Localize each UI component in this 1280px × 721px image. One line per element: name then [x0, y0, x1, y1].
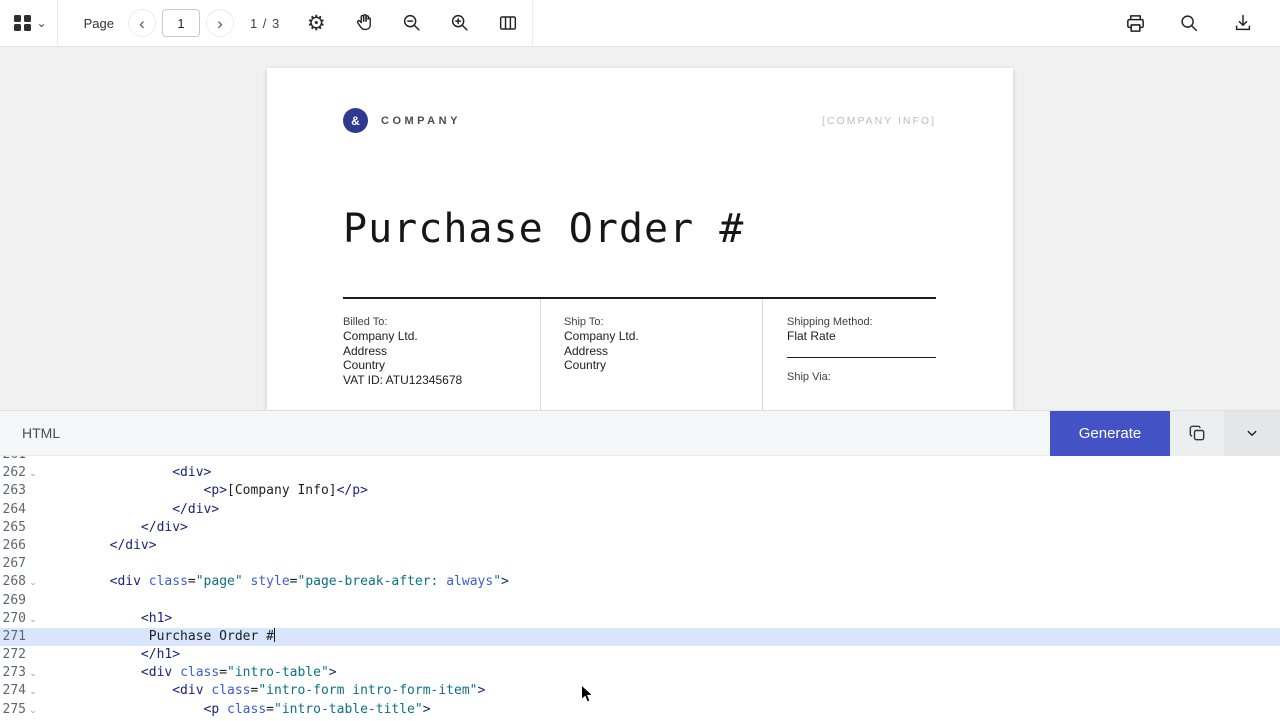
- gear-icon: ⚙: [306, 10, 326, 35]
- billed-to-line: VAT ID: ATU12345678: [343, 372, 463, 387]
- shipping-method-section: Shipping Method: Flat Rate Ship Via:: [762, 299, 936, 410]
- code-lines: 261262⌄ <div>263 <p>[Company Info]</p>26…: [0, 456, 1280, 719]
- code-editor[interactable]: 261262⌄ <div>263 <p>[Company Info]</p>26…: [0, 456, 1280, 721]
- billed-to-line: Company Ltd.: [343, 329, 418, 343]
- columns-icon: [500, 16, 517, 30]
- code-line[interactable]: 274 ⌄ <div class="intro-form intro-form-i…: [0, 682, 1280, 700]
- billed-to-section: Billed To: Company Ltd. Address Country …: [343, 299, 540, 410]
- chevron-down-icon: ⌄: [36, 16, 47, 30]
- thumbnails-button[interactable]: ⌄: [0, 0, 57, 46]
- code-line[interactable]: 264 </div>: [0, 501, 1280, 519]
- toolbar-divider: [56, 0, 58, 47]
- fold-chevron-icon[interactable]: ⌄: [26, 701, 40, 719]
- toolbar-divider: [532, 0, 534, 47]
- billed-to-label: Billed To:: [343, 316, 388, 328]
- code-line[interactable]: 261: [0, 456, 1280, 464]
- search-button[interactable]: [1174, 8, 1204, 38]
- download-button[interactable]: [1228, 8, 1258, 38]
- code-line[interactable]: 270 ⌄ <h1>: [0, 610, 1280, 628]
- fold-chevron-icon[interactable]: ⌄: [26, 664, 40, 682]
- fold-chevron-icon[interactable]: ⌄: [26, 573, 40, 591]
- zoom-in-icon: [452, 14, 468, 31]
- hand-icon: [357, 14, 372, 31]
- company-name: COMPANY: [381, 114, 461, 127]
- code-line[interactable]: 266 </div>: [0, 537, 1280, 555]
- text-caret: [273, 627, 276, 642]
- page-number-input[interactable]: [161, 9, 200, 37]
- generate-button[interactable]: Generate: [1050, 410, 1170, 456]
- document-page: & COMPANY [COMPANY INFO] Purchase Order …: [267, 68, 1013, 410]
- ship-to-line: Company Ltd.: [564, 329, 639, 343]
- copy-icon: [1189, 425, 1205, 441]
- next-page-button[interactable]: ›: [205, 9, 234, 37]
- page-label: Page: [83, 15, 114, 31]
- shipping-method-value: Flat Rate: [787, 329, 836, 343]
- ship-to-section: Ship To: Company Ltd. Address Country: [540, 299, 762, 410]
- download-icon: [1235, 14, 1251, 31]
- page-layout-button[interactable]: [493, 8, 523, 38]
- document-header: & COMPANY [COMPANY INFO]: [343, 108, 936, 133]
- chevron-down-icon: [1247, 430, 1257, 436]
- pdf-toolbar: ⌄ Page ‹ › 1 / 3 ⚙: [0, 0, 1280, 47]
- search-icon: [1181, 15, 1198, 32]
- code-line[interactable]: 265 </div>: [0, 519, 1280, 537]
- billed-to-line: Address: [343, 343, 388, 358]
- fold-chevron-icon[interactable]: ⌄: [26, 610, 40, 628]
- grid-view-icon: [14, 14, 31, 32]
- shipping-method-label: Shipping Method:: [787, 316, 873, 328]
- code-panel: HTML Generate 261262⌄ <div>263 <p>[Compa…: [0, 410, 1280, 721]
- print-button[interactable]: [1120, 8, 1150, 38]
- zoom-out-button[interactable]: [397, 8, 427, 38]
- prev-page-button[interactable]: ‹: [127, 9, 156, 37]
- zoom-out-icon: [404, 14, 420, 31]
- ship-via-label: Ship Via:: [787, 370, 831, 383]
- pdf-viewer[interactable]: & COMPANY [COMPANY INFO] Purchase Order …: [0, 47, 1280, 410]
- document-title: Purchase Order #: [343, 206, 745, 252]
- zoom-in-button[interactable]: [445, 8, 475, 38]
- fold-chevron-icon[interactable]: ⌄: [26, 682, 40, 700]
- fold-chevron-icon[interactable]: ⌄: [26, 464, 40, 482]
- code-line[interactable]: 268 ⌄ <div class="page" style="page-break…: [0, 573, 1280, 591]
- company-info-placeholder: [COMPANY INFO]: [822, 114, 936, 127]
- company-logo: &: [343, 108, 368, 133]
- code-line[interactable]: 272 </h1>: [0, 646, 1280, 664]
- code-line[interactable]: 275 ⌄ <p class="intro-table-title">: [0, 701, 1280, 719]
- copy-button[interactable]: [1170, 410, 1224, 456]
- ship-to-label: Ship To:: [564, 316, 604, 328]
- settings-button[interactable]: ⚙: [301, 8, 331, 38]
- code-line[interactable]: 263 <p>[Company Info]</p>: [0, 482, 1280, 500]
- language-label: HTML: [22, 425, 61, 441]
- code-line[interactable]: 271 Purchase Order #: [0, 627, 1280, 647]
- intro-table: Billed To: Company Ltd. Address Country …: [343, 297, 936, 410]
- code-line[interactable]: 267: [0, 555, 1280, 573]
- code-line[interactable]: 273 ⌄ <div class="intro-table">: [0, 664, 1280, 682]
- ship-to-line: Country: [564, 358, 607, 372]
- billed-to-line: Country: [343, 358, 386, 372]
- collapse-panel-button[interactable]: [1224, 410, 1280, 456]
- printer-icon: [1126, 14, 1144, 32]
- pan-tool-button[interactable]: [349, 8, 379, 38]
- page-count: 1 / 3: [249, 15, 281, 31]
- code-line[interactable]: 262 ⌄ <div>: [0, 464, 1280, 482]
- code-panel-header: HTML Generate: [0, 410, 1280, 456]
- ship-to-line: Address: [564, 343, 609, 358]
- code-line[interactable]: 269: [0, 592, 1280, 610]
